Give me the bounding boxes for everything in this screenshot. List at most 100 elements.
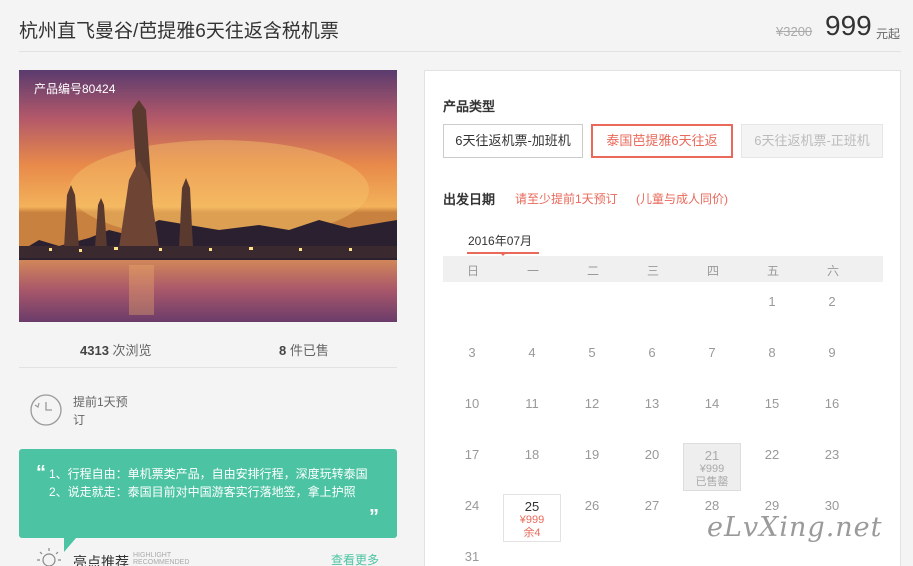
weekday-label: 一 [526,264,539,278]
calendar-day: 6 [623,341,681,389]
day-number: 13 [644,396,660,411]
weekday-label: 五 [766,264,779,278]
child-price-notice: (儿童与成人同价) [636,192,728,206]
day-number: 26 [584,498,600,513]
day-number: 18 [524,447,540,462]
day-number: 15 [764,396,780,411]
calendar-day: 5 [563,341,621,389]
calendar-day: 27 [623,494,681,542]
calendar-day: 18 [503,443,561,491]
price-unit: 元起 [876,27,901,41]
option-regular-flight: 6天往返机票-正班机 [741,124,883,158]
calendar-day-soldout: 21 ¥999 已售罄 [683,443,741,491]
day-number: 24 [464,498,480,513]
highlight-line-2: 2、说走就走：泰国目前对中国游客实行落地签，拿上护照 [49,485,356,499]
calendar-day: 13 [623,392,681,440]
product-title: 杭州直飞曼谷/芭提雅6天往返含税机票 [19,21,339,42]
temple-sunset-image [19,70,397,322]
day-number: 29 [764,498,780,513]
day-number: 6 [648,345,656,360]
view-more-link[interactable]: 查看更多 [331,551,379,566]
calendar-day: 7 [683,341,741,389]
calendar-day: 22 [743,443,801,491]
calendar-day: 19 [563,443,621,491]
product-type-label: 产品类型 [443,99,496,114]
recommend-subtitle: HIGHLIGHT RECOMMENDED [133,552,190,566]
day-number: 31 [464,549,480,564]
day-number: 9 [828,345,836,360]
weekday-label: 四 [706,264,719,278]
month-tab[interactable]: 2016年07月 [468,232,532,249]
day-number: 14 [704,396,720,411]
calendar-day: 11 [503,392,561,440]
site-watermark: eLvXing.net [707,512,883,543]
calendar-day: 9 [803,341,861,389]
weekday-header: 日一二三四五六 [443,256,883,282]
product-photo: 产品编号80424 [19,70,397,322]
sold-count: 8 件已售 [279,343,329,358]
day-number: 20 [644,447,660,462]
day-number: 19 [584,447,600,462]
day-number: 12 [584,396,600,411]
recommend-header: 亮点推荐 HIGHLIGHT RECOMMENDED 查看更多 [37,546,397,566]
product-code: 产品编号80424 [34,82,116,96]
calendar-day: 26 [563,494,621,542]
highlights-box: “ 1、行程自由：单机票类产品，自由安排行程，深度玩转泰国 2、说走就走：泰国目… [19,449,397,538]
option-extra-flight[interactable]: 6天往返机票-加班机 [443,124,583,158]
calendar-day: 23 [803,443,861,491]
day-number: 10 [464,396,480,411]
calendar-day: 15 [743,392,801,440]
day-price: ¥999 [519,514,545,526]
highlights-text: 1、行程自由：单机票类产品，自由安排行程，深度玩转泰国 2、说走就走：泰国目前对… [49,465,369,501]
day-number: 11 [525,396,539,411]
day-stock: 已售罄 [695,476,729,488]
weekday-label: 二 [586,264,599,278]
calendar-day: 31 [443,545,501,566]
quote-close-icon: ” [369,506,379,528]
day-number: 23 [824,447,840,462]
calendar-day: 3 [443,341,501,389]
calendar-day: 17 [443,443,501,491]
day-price: ¥999 [699,463,725,475]
day-number: 2 [828,294,836,309]
day-number: 3 [468,345,476,360]
day-number: 7 [708,345,716,360]
calendar-day: 2 [803,290,861,338]
day-number: 30 [824,498,840,513]
calendar-day: 20 [623,443,681,491]
day-number: 21 [704,448,720,463]
clock-icon [30,394,62,426]
calendar-day: 4 [503,341,561,389]
advance-notice: 请至少提前1天预订 [515,192,618,206]
calendar-day-available[interactable]: 25 ¥999 余4 [503,494,561,542]
day-number: 8 [768,345,776,360]
day-number: 25 [524,499,540,514]
calendar-day: 8 [743,341,801,389]
day-number: 5 [588,345,596,360]
page-header: 杭州直飞曼谷/芭提雅6天往返含税机票 ¥3200 999 元起 [0,0,913,52]
day-number: 16 [824,396,840,411]
highlight-line-1: 1、行程自由：单机票类产品，自由安排行程，深度玩转泰国 [49,467,368,481]
option-pattaya-roundtrip[interactable]: 泰国芭提雅6天往返 [591,124,733,158]
weekday-label: 三 [646,264,659,278]
calendar-day: 12 [563,392,621,440]
current-price: 999 [825,10,872,41]
day-stock: 余4 [523,527,541,539]
booking-panel: 产品类型 6天往返机票-加班机 泰国芭提雅6天往返 6天往返机票-正班机 出发日… [424,70,901,566]
departure-date-label: 出发日期 [443,192,496,207]
calendar-day: 1 [743,290,801,338]
header-divider [19,51,901,52]
day-number: 4 [528,345,536,360]
day-number: 22 [764,447,780,462]
sun-icon [37,548,61,566]
day-number: 1 [768,294,776,309]
advance-booking-text: 提前1天预订 [73,395,128,427]
weekday-label: 六 [826,264,839,278]
original-price: ¥3200 [776,24,813,39]
view-count: 4313 次浏览 [80,343,152,358]
product-stats: 4313 次浏览 8 件已售 [19,330,397,368]
day-number: 28 [704,498,720,513]
day-number: 27 [644,498,660,513]
recommend-title: 亮点推荐 [73,554,129,566]
weekday-label: 日 [466,264,479,278]
